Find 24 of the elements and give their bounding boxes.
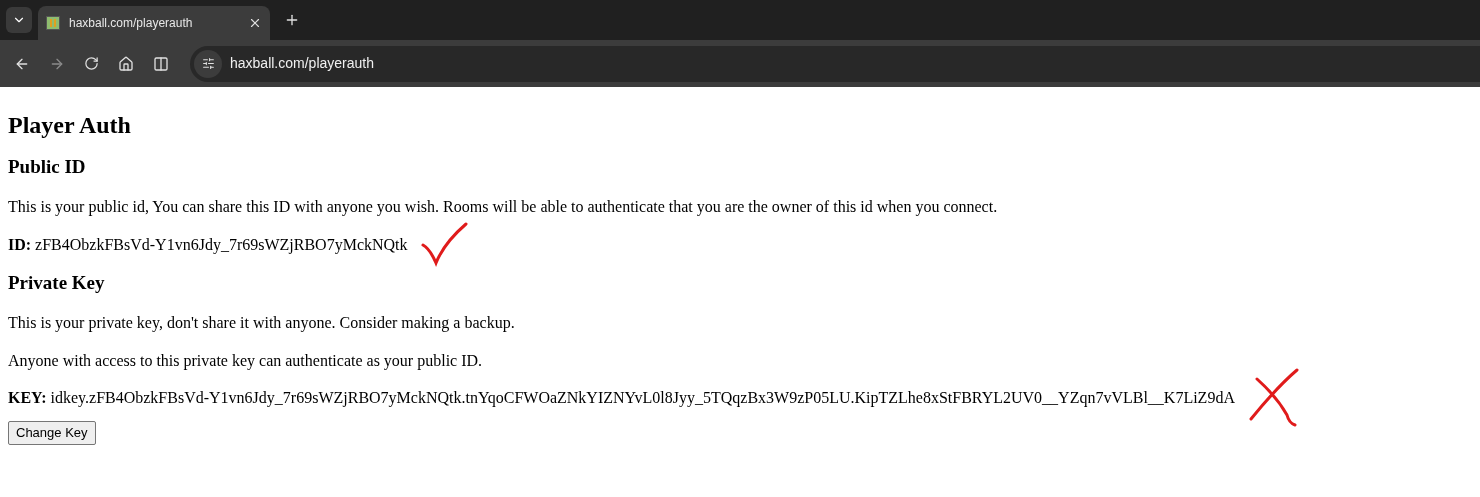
paragraph: This is your public id, You can share this ID with anyone you wish. Rooms will be able to authenticate that you are the owner of this id when you connect. xyxy=(8,197,999,216)
field-value: idkey.zFB4ObzkFBsVd-Y1vn6Jdy_7r69sWZjRBO7yMckNQtk.tnYqoCFWOaZNkYIZNYvL0l8Jyy_5TQqzBx3W9zP05LU.KipTZLhe8xStFBRYL2UV0__YZqn7vVLBl__K7LiZ9dA xyxy=(50,387,1235,407)
page-title: Player Auth xyxy=(8,111,132,139)
change-key-button[interactable]: Change Key xyxy=(8,421,96,445)
section-heading: Public ID xyxy=(8,156,87,178)
field-value: zFB4ObzkFBsVd-Y1vn6Jdy_7r69sWZjRBO7yMckNQtk xyxy=(35,234,408,254)
sliders-icon xyxy=(201,57,215,70)
paragraph: Anyone with access to this private key can authenticate as your public ID. xyxy=(8,351,484,370)
home-icon[interactable] xyxy=(118,55,134,72)
field-label: KEY: xyxy=(8,387,47,407)
new-tab-icon[interactable] xyxy=(284,12,300,28)
tab-title: haxball.com/playerauth xyxy=(69,15,194,32)
split-view-icon[interactable] xyxy=(153,55,169,72)
section-heading: Private Key xyxy=(8,272,106,294)
address-bar[interactable]: haxball.com/playerauth xyxy=(190,45,1480,82)
address-text: haxball.com/playerauth xyxy=(230,54,374,73)
reload-icon[interactable] xyxy=(84,56,99,71)
site-favicon xyxy=(46,16,60,30)
paragraph: This is your private key, don't share it with anyone. Consider making a backup. xyxy=(8,313,516,332)
tab-list-button[interactable] xyxy=(6,7,32,33)
close-icon[interactable] xyxy=(248,16,262,30)
field-label: ID: xyxy=(8,234,32,254)
site-settings-button[interactable] xyxy=(194,49,222,78)
browser-tab[interactable]: haxball.com/playerauth xyxy=(38,6,270,40)
